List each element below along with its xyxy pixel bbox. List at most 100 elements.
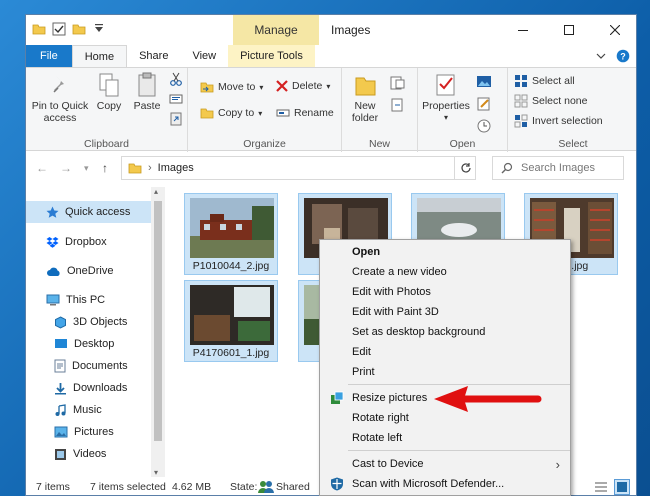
nav-item-pictures[interactable]: Pictures <box>26 421 152 443</box>
help-icon[interactable]: ? <box>616 49 630 63</box>
close-icon <box>610 25 620 35</box>
menu-item-set-desktop-background[interactable]: Set as desktop background <box>320 322 570 342</box>
menu-item-edit[interactable]: Edit <box>320 342 570 362</box>
menu-item-scan-defender[interactable]: Scan with Microsoft Defender... <box>320 474 570 494</box>
up-arrow-icon[interactable]: ↑ <box>102 161 108 175</box>
tab-file[interactable]: File <box>26 45 72 67</box>
nav-item-documents[interactable]: Documents <box>26 355 152 377</box>
menu-item-rotate-left[interactable]: Rotate left <box>320 428 570 448</box>
select-all-button[interactable]: Select all <box>514 74 575 88</box>
breadcrumb-separator-icon: › <box>148 162 152 174</box>
move-to-button[interactable]: Move to ▾ <box>200 80 263 94</box>
move-to-folder-icon <box>200 82 214 93</box>
rename-button[interactable]: Rename <box>276 106 334 120</box>
new-item-icon[interactable] <box>390 76 406 90</box>
nav-label: Dropbox <box>65 236 107 248</box>
tab-picture-tools[interactable]: Picture Tools <box>228 45 315 67</box>
chevron-down-icon[interactable] <box>596 51 606 61</box>
pin-label: Pin to Quick access <box>31 100 89 124</box>
navigation-pane: Quick access Dropbox OneDrive This PC 3D… <box>26 187 166 477</box>
maximize-button[interactable] <box>546 15 592 45</box>
recent-locations-chevron-icon[interactable]: ▾ <box>84 163 89 174</box>
properties-icon <box>436 74 455 96</box>
clipboard-group: Pin to Quick access Copy Paste Clipboard <box>26 68 188 152</box>
paste-button[interactable]: Paste <box>130 72 164 112</box>
copy-to-button[interactable]: Copy to ▾ <box>200 106 262 120</box>
refresh-button[interactable] <box>454 156 476 180</box>
open-image-icon[interactable] <box>476 74 494 90</box>
large-icons-view-icon[interactable] <box>614 479 630 495</box>
menu-item-edit-with-photos[interactable]: Edit with Photos <box>320 282 570 302</box>
nav-item-downloads[interactable]: Downloads <box>26 377 152 399</box>
dropbox-icon <box>46 236 59 248</box>
tab-view[interactable]: View <box>180 45 228 67</box>
copy-button[interactable]: Copy <box>92 72 126 112</box>
chevron-down-icon: ▾ <box>326 81 331 91</box>
menu-item-edit-with-paint3d[interactable]: Edit with Paint 3D <box>320 302 570 322</box>
select-none-button[interactable]: Select none <box>514 94 587 108</box>
nav-item-this-pc[interactable]: This PC <box>26 289 152 311</box>
open-group: Properties ▾ Open <box>418 68 508 152</box>
tab-share[interactable]: Share <box>127 45 180 67</box>
svg-text:?: ? <box>620 52 626 62</box>
tab-home[interactable]: Home <box>71 45 128 67</box>
selected-size: 4.62 MB <box>172 481 212 493</box>
paste-shortcut-icon[interactable] <box>169 112 183 126</box>
invert-selection-button[interactable]: Invert selection <box>514 114 603 128</box>
menu-item-open[interactable]: Open <box>320 242 570 262</box>
select-none-icon <box>514 94 528 108</box>
nav-item-music[interactable]: Music <box>26 399 152 421</box>
folder-icon[interactable] <box>32 22 46 36</box>
nav-item-quick-access[interactable]: Quick access <box>26 201 152 223</box>
file-thumbnail[interactable]: P4170601_1.jpg <box>184 280 278 362</box>
navigation-pane-scrollbar[interactable]: ▴ ▾ <box>151 187 165 477</box>
search-box[interactable]: Search Images <box>492 156 624 180</box>
move-to-label: Move to <box>218 81 256 93</box>
pin-to-quick-access-button[interactable]: Pin to Quick access <box>30 72 90 124</box>
nav-label: Music <box>73 404 102 416</box>
new-folder-icon[interactable] <box>72 22 86 36</box>
nav-item-dropbox[interactable]: Dropbox <box>26 231 152 253</box>
easy-access-icon[interactable] <box>390 98 406 112</box>
nav-item-3d-objects[interactable]: 3D Objects <box>26 311 152 333</box>
properties-check-icon[interactable] <box>52 22 66 36</box>
scroll-up-icon[interactable]: ▴ <box>154 187 158 196</box>
copy-icon <box>99 73 119 97</box>
scroll-down-icon[interactable]: ▾ <box>154 468 158 477</box>
new-folder-icon <box>355 77 376 96</box>
history-icon[interactable] <box>476 118 492 134</box>
nav-item-onedrive[interactable]: OneDrive <box>26 260 152 282</box>
delete-button[interactable]: Delete ▾ <box>276 80 330 92</box>
select-group: Select all Select none Invert selection … <box>508 68 636 152</box>
nav-label: OneDrive <box>67 265 114 277</box>
close-button[interactable] <box>592 15 636 45</box>
breadcrumb-images[interactable]: Images <box>158 162 194 174</box>
menu-item-label: Resize pictures <box>352 392 428 404</box>
menu-item-print[interactable]: Print <box>320 362 570 382</box>
forward-arrow-icon[interactable]: → <box>60 161 72 175</box>
nav-item-desktop[interactable]: Desktop <box>26 333 152 355</box>
properties-button[interactable]: Properties ▾ <box>420 72 472 124</box>
menu-item-create-video[interactable]: Create a new video <box>320 262 570 282</box>
cut-icon[interactable] <box>169 72 183 86</box>
customize-toolbar-icon[interactable] <box>92 22 106 36</box>
scrollbar-thumb[interactable] <box>154 201 162 441</box>
manage-context-tab[interactable]: Manage <box>233 15 319 45</box>
music-icon <box>55 403 66 416</box>
copy-label: Copy <box>96 100 122 112</box>
select-all-label: Select all <box>532 75 575 87</box>
title-bar: Manage Images <box>26 15 636 45</box>
item-count: 7 items <box>36 481 70 493</box>
file-thumbnail[interactable]: P1010044_2.jpg <box>184 193 278 275</box>
address-bar[interactable]: › Images <box>121 156 476 180</box>
menu-item-cast-to-device[interactable]: Cast to Device › <box>320 454 570 474</box>
copy-path-icon[interactable] <box>169 92 183 106</box>
details-view-icon[interactable] <box>594 480 608 494</box>
minimize-button[interactable] <box>500 15 546 45</box>
nav-item-videos[interactable]: Videos <box>26 443 152 465</box>
new-folder-button[interactable]: New folder <box>346 72 384 124</box>
chevron-down-icon: ▾ <box>258 108 263 118</box>
back-arrow-icon[interactable]: ← <box>36 161 48 175</box>
cloud-icon <box>47 267 60 276</box>
edit-icon[interactable] <box>476 96 492 112</box>
